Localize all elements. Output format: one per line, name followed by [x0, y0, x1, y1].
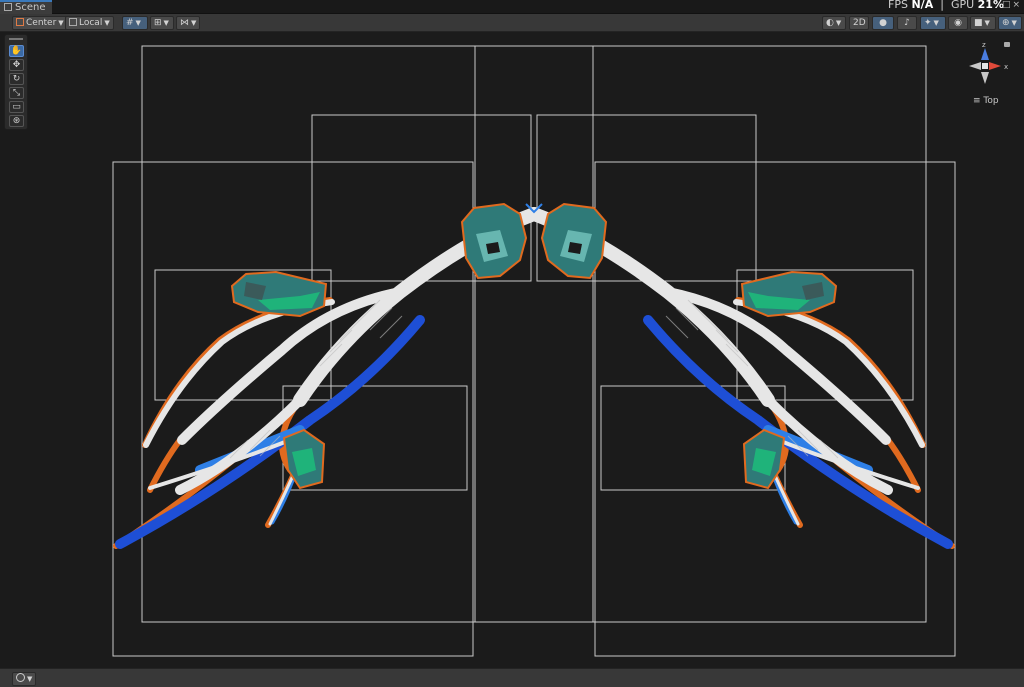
- chevron-down-icon: ▼: [933, 19, 939, 27]
- cube-icon: [69, 18, 77, 26]
- camera-icon: ■: [974, 18, 983, 28]
- tab-bar: Scene FPS N/A | GPU 21% ⋮□×: [0, 0, 1024, 14]
- camera-dropdown[interactable]: ■ ▼: [970, 16, 996, 30]
- lighting-toggle[interactable]: ●: [872, 16, 894, 30]
- chevron-down-icon: ▼: [1011, 19, 1017, 27]
- axis-z-label: z: [982, 41, 986, 49]
- axis-x-cone[interactable]: [989, 62, 1001, 70]
- audio-toggle[interactable]: ♪: [897, 16, 917, 30]
- snap-increment-dropdown[interactable]: ⊞ ▼: [150, 16, 174, 30]
- tool-palette: ✋ ✥ ↻ ⤡ ▭ ⊛: [4, 34, 28, 130]
- gizmo-icon: ⊕: [1002, 18, 1010, 28]
- chevron-down-icon: ▼: [163, 19, 169, 27]
- lightbulb-icon: ●: [879, 18, 887, 28]
- menu-lines-icon: ≡: [973, 96, 981, 106]
- chevron-down-icon: ▼: [835, 19, 842, 27]
- pivot-mode-dropdown[interactable]: Center ▼: [12, 16, 68, 30]
- chevron-down-icon: ▼: [135, 19, 141, 27]
- ruler-icon: ⋈: [180, 18, 189, 28]
- palette-grip[interactable]: [9, 38, 23, 40]
- axis-neg-z-cone[interactable]: [981, 72, 989, 84]
- grid-icon: #: [126, 18, 134, 28]
- viewport-background: [0, 32, 1024, 668]
- gizmo-center-cube[interactable]: [982, 63, 988, 69]
- lock-icon[interactable]: [1004, 42, 1010, 47]
- scene-toolbar: Center ▼ Local ▼ # ▼ ⊞ ▼ ⋈ ▼ ◐ ▼ 2D ● ♪ ✦ ▼ ◉: [0, 14, 1024, 32]
- hand-tool-icon[interactable]: ✋: [9, 45, 24, 57]
- shading-icon: ◐: [826, 18, 834, 28]
- pivot-rotation-dropdown[interactable]: Local ▼: [65, 16, 114, 30]
- chevron-down-icon: ▼: [58, 19, 64, 27]
- snap-icon: ⊞: [154, 18, 162, 28]
- gizmos-dropdown[interactable]: ⊕ ▼: [998, 16, 1022, 30]
- scene-visibility-toggle[interactable]: ◉: [948, 16, 968, 30]
- rotate-tool-icon[interactable]: ↻: [9, 73, 24, 85]
- close-icon[interactable]: ×: [1012, 0, 1022, 10]
- view-label[interactable]: ≡ Top: [973, 96, 999, 106]
- window-controls: ⋮□×: [991, 0, 1022, 10]
- scale-tool-icon[interactable]: ⤡: [9, 87, 24, 99]
- eye-icon: ◉: [954, 18, 962, 28]
- gpu-label: GPU: [950, 0, 975, 11]
- fps-value: N/A: [911, 0, 934, 11]
- chevron-down-icon: ▼: [104, 19, 110, 27]
- toggle-2d-button[interactable]: 2D: [849, 16, 869, 30]
- scene-window: Scene FPS N/A | GPU 21% ⋮□× Center ▼ Loca…: [0, 0, 1024, 687]
- increment-snap-dropdown[interactable]: ⋈ ▼: [176, 16, 200, 30]
- scene-tab-icon: [4, 3, 12, 11]
- draw-mode-dropdown[interactable]: ◐ ▼: [822, 16, 846, 30]
- axis-x-label: x: [1004, 63, 1008, 71]
- axis-z-cone[interactable]: [981, 48, 989, 60]
- effects-icon: ✦: [924, 18, 932, 28]
- fps-label: FPS: [888, 0, 908, 11]
- axis-neg-x-cone[interactable]: [969, 62, 981, 70]
- maximize-icon[interactable]: □: [1002, 0, 1013, 10]
- pivot-mode-label: Center: [26, 18, 57, 28]
- rect-tool-icon[interactable]: ▭: [9, 101, 24, 113]
- stats-readout: FPS N/A | GPU 21%: [888, 0, 1004, 11]
- audio-icon: ♪: [904, 18, 910, 28]
- chevron-down-icon: ▼: [191, 19, 197, 27]
- move-tool-icon[interactable]: ✥: [9, 59, 24, 71]
- tab-scene-label: Scene: [15, 2, 46, 13]
- pivot-rotation-label: Local: [79, 18, 103, 28]
- transform-tool-icon[interactable]: ⊛: [9, 115, 24, 127]
- stats-separator: |: [940, 0, 944, 11]
- effects-dropdown[interactable]: ✦ ▼: [920, 16, 946, 30]
- tab-scene[interactable]: Scene: [0, 0, 52, 14]
- view-label-text: Top: [983, 96, 999, 106]
- chevron-down-icon: ▼: [27, 675, 33, 683]
- scene-bottom-bar: ▼: [0, 668, 1024, 687]
- menu-icon[interactable]: ⋮: [991, 0, 1002, 10]
- scene-viewport[interactable]: [0, 32, 1024, 668]
- overlay-menu-dropdown[interactable]: ▼: [12, 672, 36, 686]
- compass-icon: [16, 673, 25, 682]
- grid-snap-toggle[interactable]: # ▼: [122, 16, 148, 30]
- pivot-icon: [16, 18, 24, 26]
- chevron-down-icon: ▼: [984, 19, 990, 27]
